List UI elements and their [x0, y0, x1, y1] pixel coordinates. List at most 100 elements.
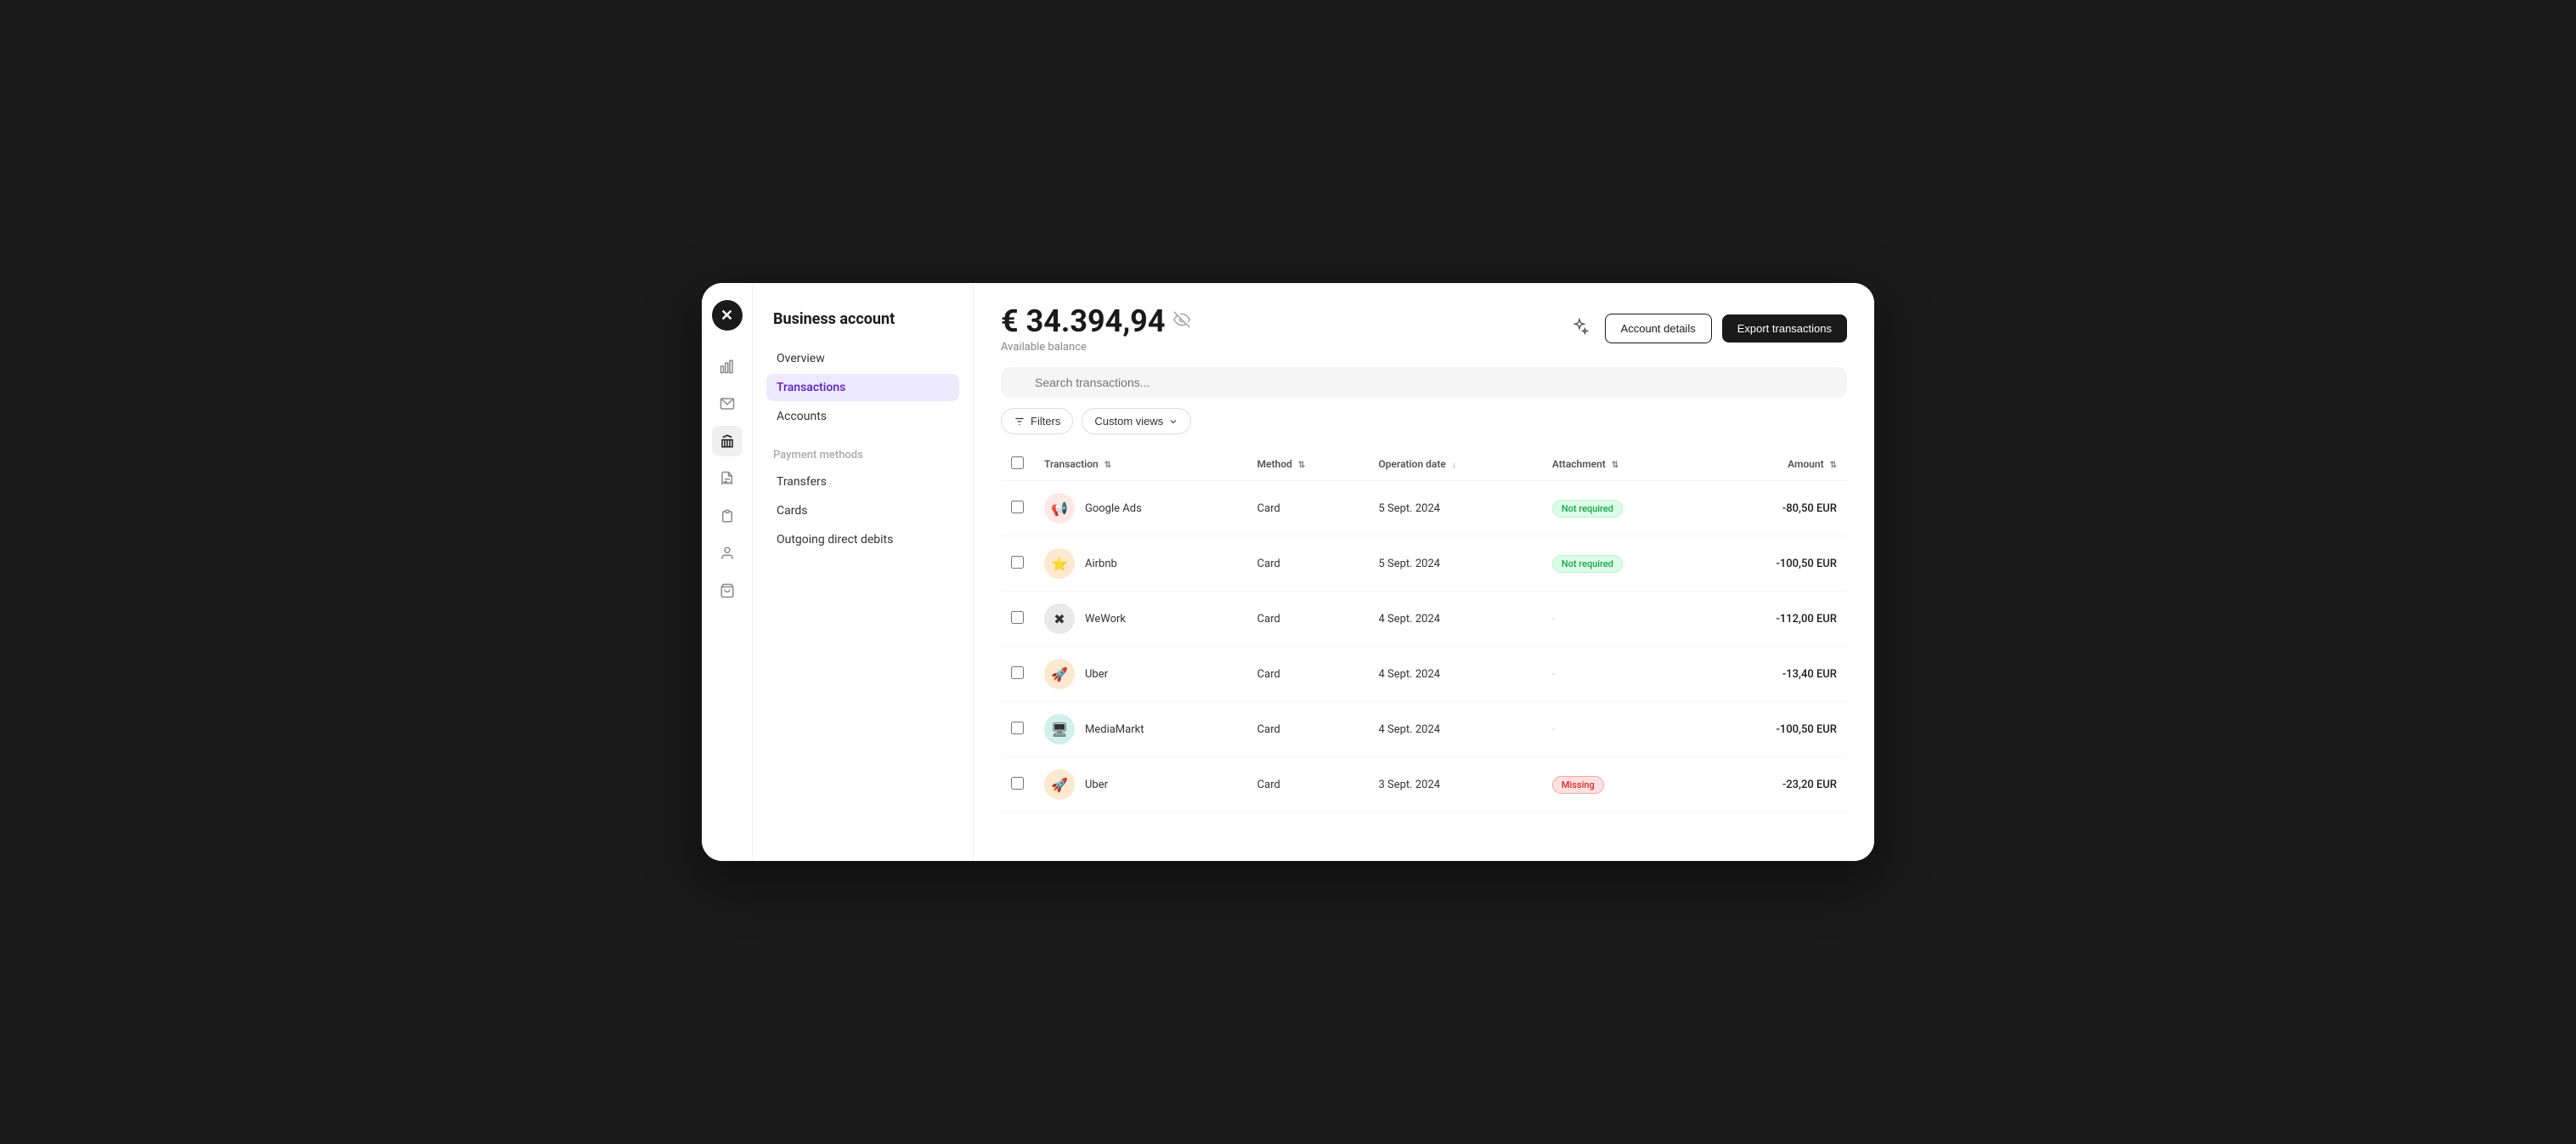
transaction-sort-icon: ⇅: [1104, 461, 1111, 470]
row-checkbox[interactable]: [1011, 666, 1024, 679]
transactions-table-container: Transaction ⇅ Method ⇅ Operation date ↓: [974, 448, 1874, 861]
transaction-cell: ⭐ Airbnb: [1034, 536, 1247, 592]
row-checkbox-cell[interactable]: [1001, 592, 1034, 647]
method-cell: Card: [1247, 647, 1369, 702]
merchant-icon: ⭐: [1044, 548, 1075, 579]
row-checkbox[interactable]: [1011, 722, 1024, 734]
date-cell: 4 Sept. 2024: [1368, 647, 1541, 702]
method-cell: Card: [1247, 536, 1369, 592]
date-sort-icon: ↓: [1452, 461, 1456, 470]
attachment-sort-icon: ⇅: [1612, 461, 1618, 470]
table-row: 🖥 MediaMarkt Card 4 Sept. 2024 - -100,50…: [1001, 702, 1847, 757]
amount-sort-icon: ⇅: [1830, 461, 1837, 470]
attachment-cell: -: [1542, 647, 1703, 702]
sidebar-item-overview[interactable]: Overview: [766, 345, 959, 372]
header: € 34.394,94 Available balance Account de…: [974, 283, 1874, 367]
search-input[interactable]: [1001, 367, 1847, 398]
main-nav-section: Overview Transactions Accounts: [766, 345, 959, 432]
merchant-info: ✖ WeWork: [1044, 603, 1237, 634]
select-all-checkbox[interactable]: [1011, 456, 1024, 469]
sidebar-item-direct-debits[interactable]: Outgoing direct debits: [766, 526, 959, 553]
attachment-cell: Missing: [1542, 757, 1703, 813]
filter-bar: Filters Custom views: [974, 408, 1874, 448]
row-checkbox[interactable]: [1011, 556, 1024, 569]
attachment-cell: Not required: [1542, 536, 1703, 592]
ai-button[interactable]: [1564, 314, 1595, 344]
row-checkbox[interactable]: [1011, 611, 1024, 624]
export-transactions-button[interactable]: Export transactions: [1722, 314, 1847, 343]
bag-icon[interactable]: [712, 575, 743, 606]
attachment-badge: Not required: [1552, 500, 1623, 518]
merchant-icon: 🚀: [1044, 659, 1075, 689]
row-checkbox[interactable]: [1011, 777, 1024, 790]
amount-col-header[interactable]: Amount ⇅: [1703, 448, 1847, 481]
date-col-label: Operation date: [1378, 458, 1445, 470]
row-checkbox[interactable]: [1011, 501, 1024, 513]
nav-rail: ✕: [702, 283, 753, 861]
row-checkbox-cell[interactable]: [1001, 757, 1034, 813]
balance-amount: € 34.394,94: [1001, 303, 1190, 339]
sidebar-item-accounts[interactable]: Accounts: [766, 403, 959, 430]
app-container: ✕ Business account Overview Transactions…: [702, 283, 1874, 861]
transaction-col-header[interactable]: Transaction ⇅: [1034, 448, 1247, 481]
payment-methods-title: Payment methods: [766, 449, 959, 462]
sidebar: Business account Overview Transactions A…: [753, 283, 974, 861]
method-col-header[interactable]: Method ⇅: [1247, 448, 1369, 481]
date-cell: 4 Sept. 2024: [1368, 702, 1541, 757]
custom-views-label: Custom views: [1094, 415, 1163, 428]
merchant-info: 🚀 Uber: [1044, 769, 1237, 800]
merchant-name: MediaMarkt: [1085, 723, 1144, 736]
row-checkbox-cell[interactable]: [1001, 481, 1034, 536]
mail-icon[interactable]: [712, 388, 743, 419]
custom-views-button[interactable]: Custom views: [1082, 408, 1191, 434]
attachment-cell: -: [1542, 592, 1703, 647]
date-col-header[interactable]: Operation date ↓: [1368, 448, 1541, 481]
attachment-badge: Missing: [1552, 776, 1604, 794]
date-cell: 3 Sept. 2024: [1368, 757, 1541, 813]
transaction-cell: 🚀 Uber: [1034, 647, 1247, 702]
business-account-title: Business account: [766, 303, 959, 345]
attachment-value: -: [1552, 723, 1556, 736]
transaction-cell: 🖥 MediaMarkt: [1034, 702, 1247, 757]
merchant-icon: 📢: [1044, 493, 1075, 524]
receipt-icon[interactable]: [712, 463, 743, 494]
chart-icon[interactable]: [712, 351, 743, 382]
method-cell: Card: [1247, 481, 1369, 536]
merchant-info: 🚀 Uber: [1044, 659, 1237, 689]
merchant-icon: ✖: [1044, 603, 1075, 634]
method-col-label: Method: [1257, 458, 1292, 470]
row-checkbox-cell[interactable]: [1001, 702, 1034, 757]
merchant-icon: 🚀: [1044, 769, 1075, 800]
person-icon[interactable]: [712, 538, 743, 569]
merchant-icon: 🖥: [1044, 714, 1075, 745]
transactions-table: Transaction ⇅ Method ⇅ Operation date ↓: [1001, 448, 1847, 813]
attachment-cell: -: [1542, 702, 1703, 757]
sidebar-item-transfers[interactable]: Transfers: [766, 468, 959, 496]
attachment-value: -: [1552, 668, 1556, 681]
merchant-name: Uber: [1085, 779, 1108, 791]
row-checkbox-cell[interactable]: [1001, 647, 1034, 702]
attachment-col-header[interactable]: Attachment ⇅: [1542, 448, 1703, 481]
attachment-value: -: [1552, 613, 1556, 626]
date-cell: 4 Sept. 2024: [1368, 592, 1541, 647]
table-row: 🚀 Uber Card 3 Sept. 2024 Missing -23,20 …: [1001, 757, 1847, 813]
attachment-cell: Not required: [1542, 481, 1703, 536]
filters-button[interactable]: Filters: [1001, 408, 1073, 434]
visibility-toggle-icon[interactable]: [1173, 311, 1190, 332]
sidebar-item-transactions[interactable]: Transactions: [766, 374, 959, 401]
amount-cell: -23,20 EUR: [1703, 757, 1847, 813]
invoice-icon[interactable]: [712, 501, 743, 531]
filters-label: Filters: [1031, 415, 1060, 428]
method-cell: Card: [1247, 592, 1369, 647]
attachment-badge: Not required: [1552, 555, 1623, 573]
amount-cell: -100,50 EUR: [1703, 536, 1847, 592]
app-logo[interactable]: ✕: [712, 300, 743, 331]
bank-icon[interactable]: [712, 426, 743, 456]
merchant-name: Uber: [1085, 668, 1108, 681]
row-checkbox-cell[interactable]: [1001, 536, 1034, 592]
account-details-button[interactable]: Account details: [1605, 314, 1712, 343]
date-cell: 5 Sept. 2024: [1368, 481, 1541, 536]
sidebar-item-cards[interactable]: Cards: [766, 497, 959, 524]
select-all-header[interactable]: [1001, 448, 1034, 481]
date-cell: 5 Sept. 2024: [1368, 536, 1541, 592]
